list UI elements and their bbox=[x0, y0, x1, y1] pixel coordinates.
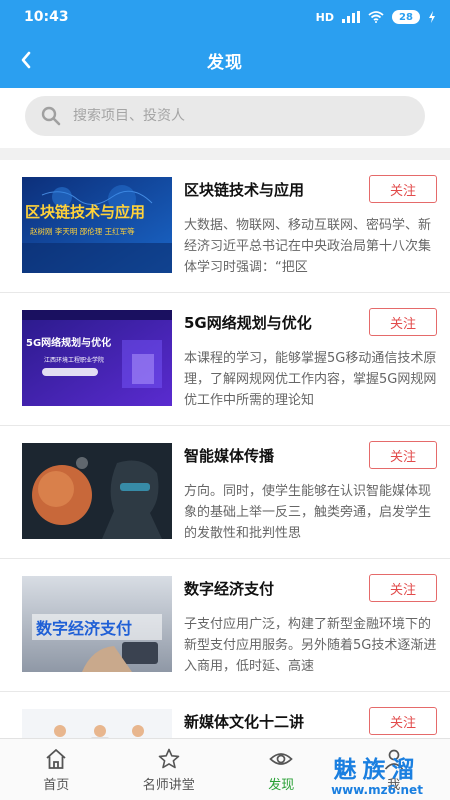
tab-home[interactable]: 首页 bbox=[0, 739, 113, 800]
course-description: 本课程的学习，能够掌握5G移动通信技术原理，了解网规网优工作内容，掌握5G网规网… bbox=[184, 351, 437, 408]
tab-label: 发现 bbox=[268, 777, 295, 793]
app-header: 10:43 HD 28 发现 bbox=[0, 0, 450, 88]
watermark: 魅族溜 www.mz6.net bbox=[312, 757, 442, 797]
search-icon bbox=[41, 106, 61, 126]
thumb-names: 赵树刚 李天明 邵伦理 王红军等 bbox=[30, 226, 135, 236]
course-thumbnail: 5G网络规划与优化 江西环境工程职业学院 bbox=[22, 310, 172, 406]
search-input[interactable] bbox=[73, 108, 373, 124]
search-section bbox=[0, 88, 450, 148]
charging-icon bbox=[429, 11, 435, 23]
list-item[interactable]: 区块链技术与应用 赵树刚 李天明 邵伦理 王红军等 区块链技术与应用 关注 大数… bbox=[0, 160, 450, 293]
watermark-title: 魅族溜 bbox=[333, 757, 421, 783]
status-time: 10:43 bbox=[24, 9, 69, 25]
course-title: 新媒体文化十二讲 bbox=[184, 713, 305, 731]
course-list: 区块链技术与应用 赵树刚 李天明 邵伦理 王红军等 区块链技术与应用 关注 大数… bbox=[0, 160, 450, 738]
course-title: 数字经济支付 bbox=[184, 580, 275, 598]
signal-icon bbox=[342, 11, 360, 23]
section-divider bbox=[0, 148, 450, 160]
course-title: 5G网络规划与优化 bbox=[184, 314, 312, 332]
thumb-title: 5G网络规划与优化 bbox=[26, 336, 111, 349]
wifi-icon bbox=[368, 11, 384, 23]
course-thumbnail bbox=[22, 443, 172, 539]
course-thumbnail: 数字经济支付 bbox=[22, 576, 172, 672]
status-bar: 10:43 HD 28 bbox=[0, 0, 450, 34]
follow-button[interactable]: 关注 bbox=[369, 175, 437, 203]
battery-level: 28 bbox=[392, 10, 420, 24]
network-label: HD bbox=[315, 10, 334, 24]
course-title: 智能媒体传播 bbox=[184, 447, 275, 465]
thumb-org: 江西环境工程职业学院 bbox=[44, 356, 104, 364]
follow-button[interactable]: 关注 bbox=[369, 574, 437, 602]
list-item[interactable]: 数字经济支付 数字经济支付 关注 子支付应用广泛，构建了新型金融环境下的新型支付… bbox=[0, 559, 450, 692]
status-indicators: HD 28 bbox=[316, 10, 436, 24]
eye-icon bbox=[269, 752, 293, 765]
list-item[interactable]: 智能媒体传播 关注 方向。同时，使学生能够在认识智能媒体现象的基础上举一反三，触… bbox=[0, 426, 450, 559]
follow-button[interactable]: 关注 bbox=[369, 707, 437, 735]
home-icon bbox=[46, 748, 66, 769]
star-icon bbox=[158, 748, 180, 768]
back-arrow-icon[interactable] bbox=[12, 40, 40, 80]
thumb-title: 数字经济支付 bbox=[36, 619, 132, 638]
course-title: 区块链技术与应用 bbox=[184, 181, 305, 199]
title-bar: 发现 bbox=[0, 40, 450, 80]
follow-button[interactable]: 关注 bbox=[369, 308, 437, 336]
search-bar[interactable] bbox=[25, 96, 425, 136]
thumb-title: 区块链技术与应用 bbox=[25, 203, 145, 221]
course-thumbnail bbox=[22, 709, 172, 738]
course-thumbnail: 区块链技术与应用 赵树刚 李天明 邵伦理 王红军等 bbox=[22, 177, 172, 273]
watermark-url: www.mz6.net bbox=[331, 783, 423, 797]
course-description: 大数据、物联网、移动互联网、密码学、新经济习近平总书记在中央政治局第十八次集体学… bbox=[184, 218, 432, 275]
tab-teachers[interactable]: 名师讲堂 bbox=[113, 739, 226, 800]
course-description: 子支付应用广泛，构建了新型金融环境下的新型支付应用服务。另外随着5G技术逐渐进入… bbox=[184, 617, 437, 674]
tab-label: 首页 bbox=[43, 777, 70, 793]
tab-label: 名师讲堂 bbox=[142, 777, 195, 793]
list-item[interactable]: 5G网络规划与优化 江西环境工程职业学院 5G网络规划与优化 关注 本课程的学习… bbox=[0, 293, 450, 426]
follow-button[interactable]: 关注 bbox=[369, 441, 437, 469]
list-item[interactable]: 新媒体文化十二讲 关注 bbox=[0, 692, 450, 738]
page-title: 发现 bbox=[207, 52, 243, 73]
course-description: 方向。同时，使学生能够在认识智能媒体现象的基础上举一反三，触类旁通，启发学生的发… bbox=[184, 484, 432, 541]
